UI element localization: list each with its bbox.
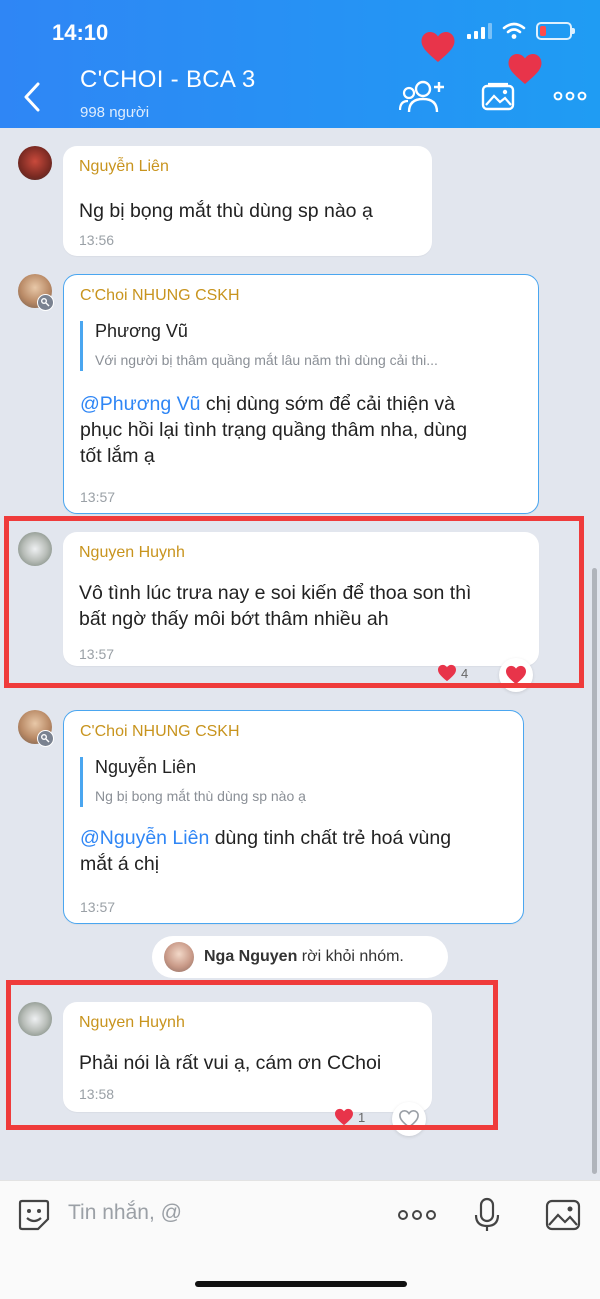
message-bubble[interactable]: Nguyễn Liên Ng bị bọng mắt thù dùng sp n… <box>63 146 432 256</box>
scrollbar[interactable] <box>592 568 597 1174</box>
add-member-button[interactable] <box>398 76 446 116</box>
highlight-box <box>4 516 584 688</box>
message-input-bar: Tin nhắn, @ <box>0 1180 600 1299</box>
group-title[interactable]: C'CHOI - BCA 3 <box>80 66 255 94</box>
status-time: 14:10 <box>52 20 109 45</box>
sender-name[interactable]: C'Choi NHUNG CSKH <box>80 287 240 305</box>
mention-link[interactable]: @Phương Vũ <box>80 393 200 415</box>
more-options-button[interactable] <box>552 76 588 116</box>
battery-icon <box>536 22 575 40</box>
member-count: 998 người <box>80 104 150 121</box>
avatar[interactable] <box>164 942 194 972</box>
more-horizontal-icon <box>398 1210 436 1220</box>
message-text-line: phục hồi lại tình trạng quầng thâm nha, … <box>80 419 468 441</box>
add-user-icon <box>399 80 444 113</box>
system-notice-text: Nga Nguyen rời khỏi nhóm. <box>204 948 404 966</box>
message-list[interactable]: Nguyễn Liên Ng bị bọng mắt thù dùng sp n… <box>0 128 600 1180</box>
home-indicator <box>195 1281 407 1287</box>
sender-name[interactable]: C'Choi NHUNG CSKH <box>80 723 240 741</box>
image-button[interactable] <box>544 1197 582 1233</box>
system-action-text: rời khỏi nhóm. <box>297 948 404 965</box>
quoted-message[interactable]: Phương Vũ Với người bị thâm quầng mắt lâ… <box>80 321 438 371</box>
admin-key-icon <box>37 730 54 747</box>
status-icons <box>467 22 575 40</box>
highlight-box <box>6 980 498 1130</box>
chevron-left-icon <box>24 82 40 112</box>
wifi-icon <box>502 22 526 39</box>
message-bubble[interactable]: C'Choi NHUNG CSKH Phương Vũ Với người bị… <box>63 274 539 514</box>
system-notice: Nga Nguyen rời khỏi nhóm. <box>152 936 448 978</box>
avatar[interactable] <box>18 146 52 180</box>
voice-button[interactable] <box>472 1197 502 1233</box>
message-bubble[interactable]: C'Choi NHUNG CSKH Nguyễn Liên Ng bị bọng… <box>63 710 524 924</box>
sticker-icon <box>18 1199 50 1231</box>
media-gallery-button[interactable] <box>478 76 518 116</box>
message-text: @Nguyễn Liên dùng tinh chất trẻ hoá vùng… <box>80 825 451 877</box>
message-time: 13:57 <box>80 899 116 915</box>
more-button[interactable] <box>396 1197 438 1233</box>
quoted-text: Ng bị bọng mắt thù dùng sp nào ạ <box>95 788 306 804</box>
message-text: Ng bị bọng mắt thù dùng sp nào ạ <box>79 200 373 222</box>
back-button[interactable] <box>18 80 48 114</box>
system-user-name[interactable]: Nga Nguyen <box>204 948 297 965</box>
message-text: @Phương Vũ chị dùng sớm để cải thiện và … <box>80 391 467 469</box>
message-input[interactable]: Tin nhắn, @ <box>68 1201 182 1225</box>
microphone-icon <box>474 1197 500 1231</box>
gallery-icon <box>481 82 515 111</box>
sticker-button[interactable] <box>16 1197 52 1233</box>
quoted-sender: Nguyễn Liên <box>95 757 197 777</box>
more-horizontal-icon <box>553 91 587 101</box>
sender-name[interactable]: Nguyễn Liên <box>79 158 169 176</box>
message-time: 13:56 <box>79 232 115 248</box>
message-text-line: tốt lắm ạ <box>80 445 155 467</box>
admin-key-icon <box>37 294 54 311</box>
floating-heart-icon <box>421 32 455 62</box>
quoted-text: Với người bị thâm quầng mắt lâu năm thì … <box>95 352 438 368</box>
mention-link[interactable]: @Nguyễn Liên <box>80 827 209 849</box>
chat-header: 14:10 C'CHOI - BCA 3 998 người <box>0 0 600 128</box>
message-text-line: mắt á chị <box>80 853 160 875</box>
message-text-line: dùng tinh chất trẻ hoá vùng <box>209 827 452 849</box>
quoted-message[interactable]: Nguyễn Liên Ng bị bọng mắt thù dùng sp n… <box>80 757 306 807</box>
message-time: 13:57 <box>80 489 116 505</box>
image-icon <box>545 1199 581 1231</box>
quoted-sender: Phương Vũ <box>95 321 188 341</box>
cellular-signal-icon <box>467 23 492 39</box>
message-text-line: chị dùng sớm để cải thiện và <box>200 393 455 415</box>
